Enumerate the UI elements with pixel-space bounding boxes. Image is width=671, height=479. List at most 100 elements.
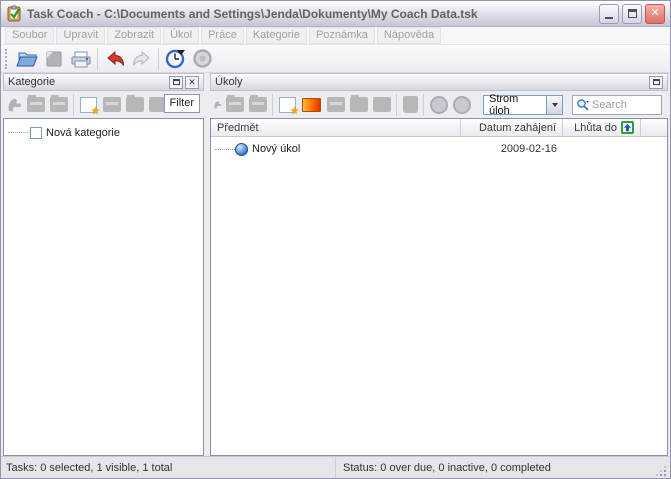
task-status-icon xyxy=(235,142,248,156)
copy-disabled-icon[interactable] xyxy=(248,95,267,112)
categories-pane: Kategorie ✕ ★ Filter Nová kategorie xyxy=(3,73,204,456)
category-row[interactable]: Nová kategorie xyxy=(4,124,203,141)
paste-disabled-icon[interactable] xyxy=(213,96,223,113)
task-row[interactable]: Nový úkol 2009-02-16 xyxy=(211,140,667,158)
maximize-icon xyxy=(627,9,637,18)
chevron-down-icon xyxy=(551,102,558,107)
title-bar[interactable]: Task Coach - C:\Documents and Settings\J… xyxy=(1,1,670,27)
categories-tree[interactable]: Nová kategorie xyxy=(3,118,204,456)
new-subtask-disabled-icon[interactable] xyxy=(326,97,345,112)
menu-zobrazit[interactable]: Zobrazit xyxy=(107,27,162,44)
maximize-button[interactable] xyxy=(622,3,642,24)
toolbar-grip[interactable] xyxy=(5,48,8,69)
toolbar-separator xyxy=(272,93,273,116)
task-subject: Nový úkol xyxy=(252,143,301,155)
paste-disabled-icon[interactable] xyxy=(6,96,24,113)
stop-tracking-disabled-icon[interactable] xyxy=(452,95,471,114)
search-box[interactable] xyxy=(572,94,662,115)
pane-maximize-icon xyxy=(652,79,660,85)
print-button[interactable] xyxy=(67,47,94,71)
open-folder-icon xyxy=(15,52,38,66)
tasks-toolbar: ★ Strom úloh xyxy=(210,91,668,118)
new-task-from-template-button[interactable] xyxy=(302,97,321,112)
clock-stop-icon xyxy=(193,49,212,68)
category-label: Nová kategorie xyxy=(46,126,120,139)
start-tracking-disabled-icon[interactable] xyxy=(429,95,448,114)
minimize-button[interactable] xyxy=(599,3,619,24)
undo-button[interactable] xyxy=(101,47,128,71)
edit-disabled-icon[interactable] xyxy=(125,95,144,112)
toolbar-separator xyxy=(423,93,424,116)
new-subcategory-disabled-icon[interactable] xyxy=(102,97,121,112)
toolbar-separator xyxy=(396,93,397,116)
column-subject[interactable]: Předmět xyxy=(211,119,461,136)
tasks-pane: Úkoly ★ Strom úloh Search Předmět Datum … xyxy=(210,73,668,456)
start-tracking-button[interactable] xyxy=(162,47,189,71)
menu-poznamka[interactable]: Poznámka xyxy=(308,27,375,44)
close-icon: ✕ xyxy=(650,7,660,19)
column-due-date[interactable]: Lhůta do xyxy=(563,119,641,136)
status-summary: Status: 0 over due, 0 inactive, 0 comple… xyxy=(343,461,551,474)
menu-kategorie[interactable]: Kategorie xyxy=(245,27,307,44)
menu-soubor[interactable]: Soubor xyxy=(5,27,55,44)
clock-icon xyxy=(165,49,185,69)
menu-napoveda[interactable]: Nápověda xyxy=(376,27,442,44)
window-title: Task Coach - C:\Documents and Settings\J… xyxy=(27,6,478,21)
open-file-button[interactable] xyxy=(13,47,40,71)
menu-bar: Soubor Upravit Zobrazit Úkol Práce Kateg… xyxy=(1,27,670,45)
categories-toolbar: ★ Filter xyxy=(3,91,204,118)
app-icon xyxy=(7,5,21,22)
undo-icon xyxy=(106,50,124,66)
new-star-icon: ★ xyxy=(290,105,299,117)
category-checkbox[interactable] xyxy=(30,126,42,139)
redo-button[interactable] xyxy=(128,47,155,71)
task-list[interactable]: Předmět Datum zahájení Lhůta do Nový úko… xyxy=(210,118,668,456)
new-task-button[interactable]: ★ xyxy=(279,96,299,116)
task-start-date: 2009-02-16 xyxy=(500,143,557,155)
tree-line xyxy=(215,148,235,150)
status-bar: Tasks: 0 selected, 1 visible, 1 total St… xyxy=(1,456,670,478)
main-toolbar xyxy=(1,45,670,73)
menu-prace[interactable]: Práce xyxy=(201,27,244,44)
minimize-icon xyxy=(605,17,613,19)
pane-maximize-icon xyxy=(172,79,180,85)
edit-disabled-icon[interactable] xyxy=(349,95,368,112)
status-tasks: Tasks: 0 selected, 1 visible, 1 total xyxy=(1,457,336,478)
toolbar-separator xyxy=(97,47,98,70)
new-star-icon: ★ xyxy=(91,105,100,117)
menu-ukol[interactable]: Úkol xyxy=(163,27,200,44)
categories-maximize-button[interactable] xyxy=(169,75,183,89)
close-button[interactable]: ✕ xyxy=(645,3,665,24)
menu-upravit[interactable]: Upravit xyxy=(56,27,106,44)
tasks-maximize-button[interactable] xyxy=(649,75,663,89)
toolbar-separator xyxy=(73,93,74,116)
resize-grip-icon[interactable] xyxy=(654,464,668,478)
copy-disabled-icon[interactable] xyxy=(49,95,68,112)
new-category-button[interactable]: ★ xyxy=(80,96,100,116)
save-icon xyxy=(46,51,61,66)
categories-pane-title: Kategorie xyxy=(8,76,56,88)
categories-close-button[interactable]: ✕ xyxy=(185,75,199,89)
cut-disabled-icon[interactable] xyxy=(225,95,244,112)
combo-dropdown-button[interactable] xyxy=(546,95,562,114)
view-mode-select[interactable]: Strom úloh xyxy=(483,92,563,117)
stop-tracking-button[interactable] xyxy=(189,47,216,71)
filter-button[interactable]: Filter xyxy=(163,94,200,113)
cut-disabled-icon[interactable] xyxy=(26,95,45,112)
search-input[interactable] xyxy=(592,98,654,111)
save-file-button[interactable] xyxy=(40,47,67,71)
view-mode-value: Strom úloh xyxy=(489,92,519,117)
column-start-date[interactable]: Datum zahájení xyxy=(461,119,563,136)
task-list-header: Předmět Datum zahájení Lhůta do xyxy=(211,119,667,137)
delete-disabled-icon[interactable] xyxy=(372,97,391,112)
sort-ascending-icon xyxy=(621,121,634,134)
pane-close-icon: ✕ xyxy=(188,76,196,87)
categories-pane-caption[interactable]: Kategorie ✕ xyxy=(3,73,204,91)
toolbar-separator xyxy=(158,47,159,70)
mail-disabled-icon[interactable] xyxy=(402,96,418,113)
tree-line xyxy=(8,132,28,133)
tasks-pane-caption[interactable]: Úkoly xyxy=(210,73,668,91)
tasks-pane-title: Úkoly xyxy=(215,76,243,88)
task-coach-window: Task Coach - C:\Documents and Settings\J… xyxy=(0,0,671,479)
search-icon xyxy=(577,98,589,111)
